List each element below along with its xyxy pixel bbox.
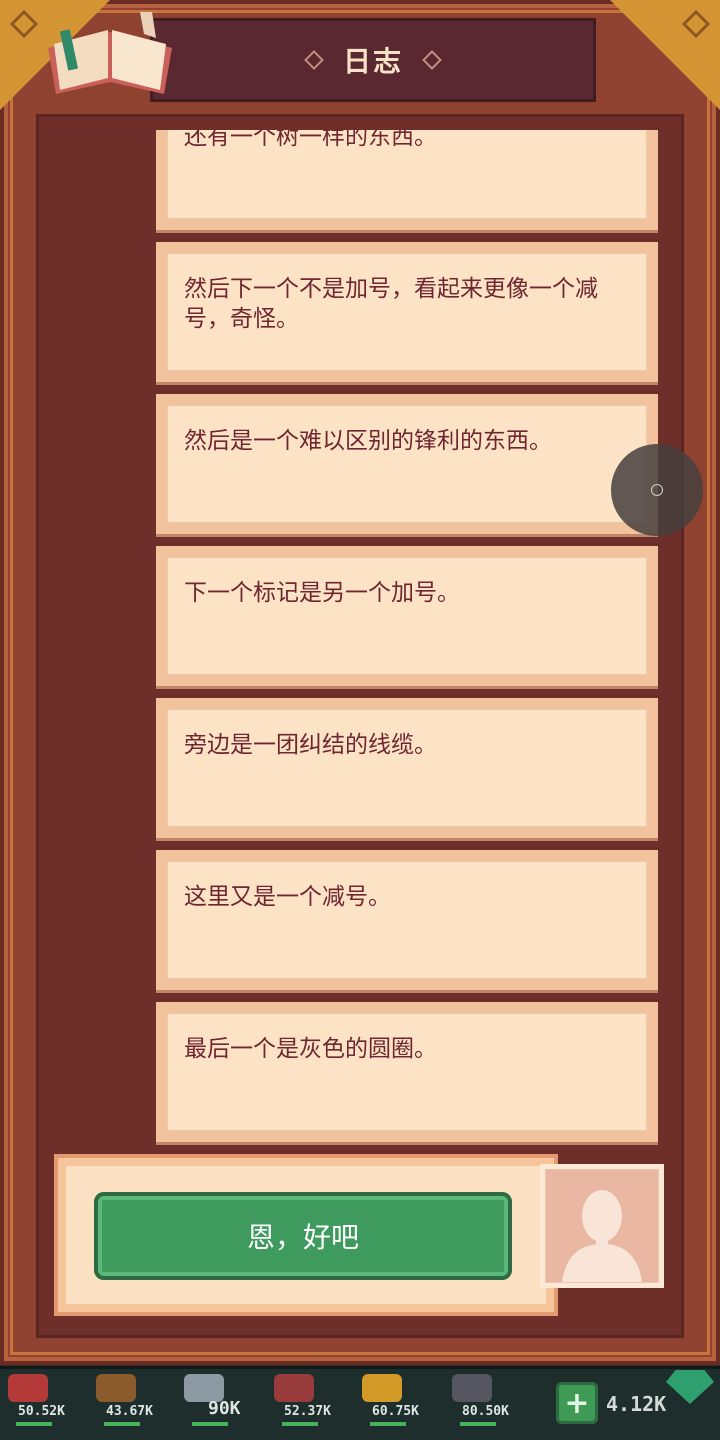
rope-icon	[274, 1374, 314, 1402]
log-entry-text: 最后一个是灰色的圆圈。	[184, 1036, 437, 1062]
page-title: 日志	[342, 45, 403, 78]
floating-assist-button[interactable]	[611, 444, 703, 536]
resource-wood[interactable]: 43.67K	[90, 1370, 174, 1430]
resource-gold[interactable]: 60.75K	[356, 1370, 440, 1430]
log-entry: 这里又是一个减号。	[156, 850, 658, 990]
log-entry-text: 然后是一个难以区别的锋利的东西。	[184, 428, 552, 454]
log-list[interactable]: 还有一个树一样的东西。 然后下一个不是加号，看起来更像一个减号，奇怪。 然后是一…	[52, 130, 672, 1150]
character-portrait	[540, 1164, 664, 1288]
title-bar: 日志	[150, 18, 596, 102]
log-entry: 然后是一个难以区别的锋利的东西。	[156, 394, 658, 534]
gem-count: 4.12K	[606, 1392, 667, 1416]
add-gems-button[interactable]: +	[556, 1382, 598, 1424]
resource-ore[interactable]: 80.50K	[446, 1370, 530, 1430]
gold-icon	[362, 1374, 402, 1402]
log-entry-text: 这里又是一个减号。	[184, 884, 391, 910]
resource-stone[interactable]: 90K	[178, 1370, 262, 1430]
log-entry: 然后下一个不是加号，看起来更像一个减号，奇怪。	[156, 242, 658, 382]
log-entry: 最后一个是灰色的圆圈。	[156, 1002, 658, 1142]
resource-rope[interactable]: 52.37K	[268, 1370, 352, 1430]
diamond-ornament-icon	[422, 50, 442, 70]
resource-meat[interactable]: 50.52K	[2, 1370, 86, 1430]
diamond-ornament-icon	[304, 50, 324, 70]
log-entry: 还有一个树一样的东西。	[156, 130, 658, 230]
log-entry: 旁边是一团纠结的线缆。	[156, 698, 658, 838]
ore-icon	[452, 1374, 492, 1402]
meat-icon	[8, 1374, 48, 1402]
log-entry-text: 下一个标记是另一个加号。	[184, 580, 460, 606]
log-entry: 下一个标记是另一个加号。	[156, 546, 658, 686]
target-icon	[651, 484, 663, 496]
journal-book-icon	[48, 12, 172, 94]
wood-log-icon	[96, 1374, 136, 1402]
log-entry-text: 旁边是一团纠结的线缆。	[184, 732, 437, 758]
log-entry-text: 还有一个树一样的东西。	[184, 130, 437, 150]
confirm-button[interactable]: 恩，好吧	[94, 1192, 512, 1280]
log-entry-text: 然后下一个不是加号，看起来更像一个减号，奇怪。	[184, 276, 598, 332]
